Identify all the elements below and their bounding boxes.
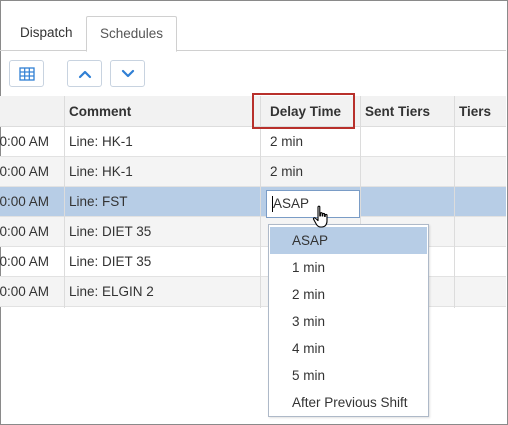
table-row[interactable]: 30:00 AM Line: HK-1 2 min [0,127,506,157]
dropdown-option-after-previous-shift[interactable]: After Previous Shift [270,389,427,416]
column-header-sent-tiers[interactable]: Sent Tiers [365,96,430,127]
comment-cell: Line: HK-1 [69,134,133,149]
text-caret [272,196,273,212]
move-up-button[interactable] [67,60,102,87]
comment-cell: Line: ELGIN 2 [69,284,154,299]
time-cell: 00:00 AM [0,284,50,299]
grid-view-button[interactable] [9,60,44,87]
column-divider [64,96,65,308]
column-divider [454,96,455,308]
table-row[interactable]: 00:00 AM Line: ELGIN 2 [0,277,506,307]
dropdown-option-3-min[interactable]: 3 min [270,308,427,335]
time-cell: 30:00 AM [0,134,50,149]
dropdown-option-asap[interactable]: ASAP [270,227,427,254]
delay-cell[interactable]: 2 min [270,127,360,156]
chevron-down-icon [121,69,134,77]
dropdown-option-1-min[interactable]: 1 min [270,254,427,281]
column-header-comment[interactable]: Comment [69,96,131,127]
time-cell: 00:00 AM [0,254,50,269]
comment-cell: Line: DIET 35 [69,254,152,269]
hand-cursor-icon [312,205,328,228]
move-down-button[interactable] [110,60,145,87]
time-cell: 30:00 AM [0,164,50,179]
table-row[interactable]: 00:00 AM Line: DIET 35 [0,247,506,277]
delay-time-dropdown[interactable]: ASAP 1 min 2 min 3 min 4 min 5 min After… [268,224,429,417]
table-row-selected[interactable]: 30:00 AM Line: FST [0,187,506,217]
dropdown-option-5-min[interactable]: 5 min [270,362,427,389]
time-cell: 30:00 AM [0,194,50,209]
table-row[interactable]: 30:00 AM Line: HK-1 2 min [0,157,506,187]
tab-bar: Dispatch Schedules [0,0,506,52]
table-row[interactable]: 00:00 AM Line: DIET 35 [0,217,506,247]
delay-time-highlight [252,93,355,129]
tab-schedules[interactable]: Schedules [86,16,177,52]
grid-icon [18,66,35,81]
tab-dispatch[interactable]: Dispatch [7,16,86,51]
delay-time-input-value: ASAP [273,196,310,211]
dropdown-option-4-min[interactable]: 4 min [270,335,427,362]
time-cell: 00:00 AM [0,224,50,239]
delay-cell[interactable]: 2 min [270,157,360,186]
comment-cell: Line: DIET 35 [69,224,152,239]
dropdown-option-2-min[interactable]: 2 min [270,281,427,308]
chevron-up-icon [78,70,91,78]
column-header-tiers[interactable]: Tiers [459,96,491,127]
comment-cell: Line: FST [69,194,128,209]
comment-cell: Line: HK-1 [69,164,133,179]
